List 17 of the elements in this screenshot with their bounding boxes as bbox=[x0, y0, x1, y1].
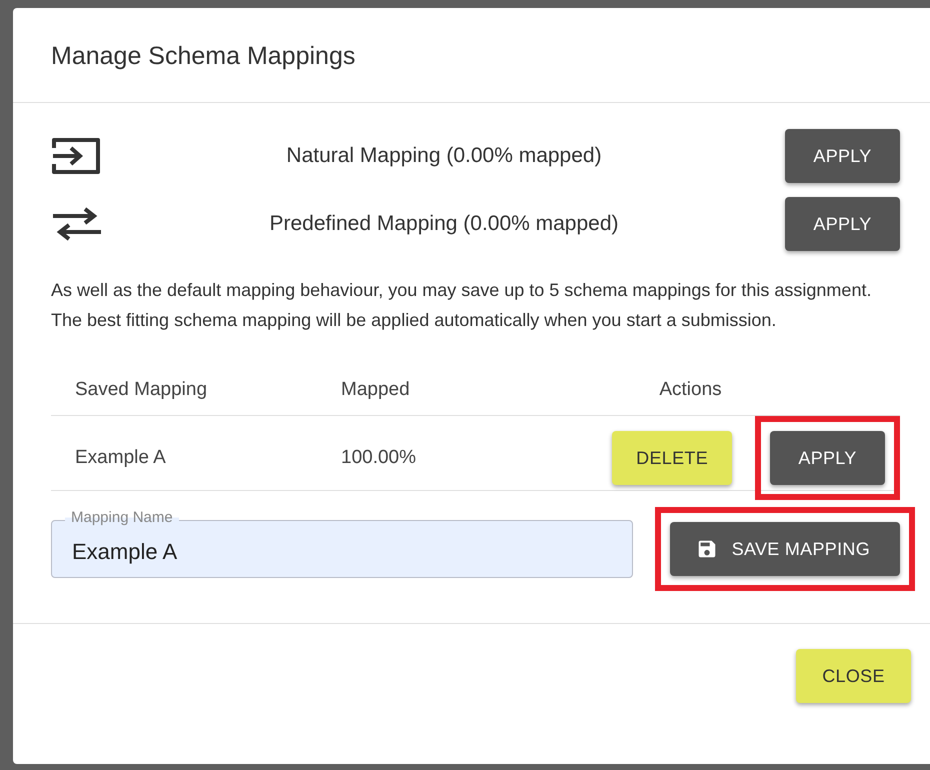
column-header: Actions bbox=[658, 379, 723, 401]
dialog-title: Manage Schema Mappings bbox=[13, 8, 930, 103]
close-button[interactable]: CLOSE bbox=[796, 649, 911, 703]
column-header: Saved Mapping bbox=[75, 379, 208, 401]
description-text: As well as the default mapping behaviour, you may save up to 5 schema mappings for this assignment. The best fitting schema mapping will be applied automatically when you start a submission. bbox=[51, 279, 872, 332]
column-header: Mapped bbox=[341, 379, 411, 401]
apply-button[interactable]: APPLY bbox=[785, 197, 900, 251]
table-cell-text: 100.00% bbox=[341, 447, 418, 469]
mapping-option-label: Predefined Mapping (0.00% mapped) bbox=[268, 212, 620, 236]
apply-button[interactable]: APPLY bbox=[785, 129, 900, 183]
table-cell-text: Example A bbox=[75, 447, 167, 469]
delete-button[interactable]: DELETE bbox=[612, 431, 732, 485]
field-label: Mapping Name bbox=[65, 509, 179, 526]
mapping-option-label: Natural Mapping (0.00% mapped) bbox=[285, 144, 603, 168]
apply-button[interactable]: APPLY bbox=[770, 431, 885, 485]
save-mapping-button[interactable]: SAVE MAPPING bbox=[670, 522, 900, 576]
input-icon bbox=[51, 136, 103, 176]
